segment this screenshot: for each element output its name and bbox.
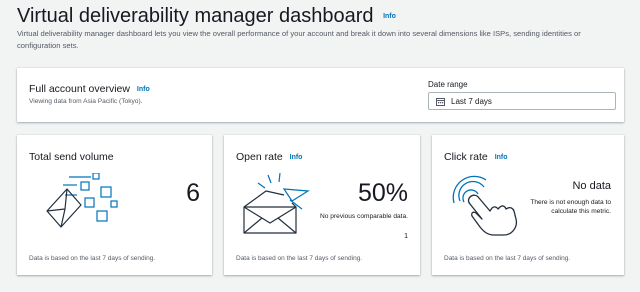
open-rate-count: 1 (404, 233, 408, 240)
open-rate-card: Open rate Info 50% No previous comparabl… (224, 135, 420, 275)
open-rate-title-text: Open rate (236, 151, 283, 163)
open-rate-comparison-note: No previous comparable data. (320, 213, 408, 220)
open-rate-info-link[interactable]: Info (290, 154, 303, 161)
overview-subtitle: Viewing data from Asia Pacific (Tokyo). (29, 98, 143, 105)
click-rate-card: Click rate Info No data There is not eno… (432, 135, 624, 275)
date-range-label: Date range (428, 80, 468, 89)
page-description: Virtual deliverability manager dashboard… (17, 29, 581, 50)
full-account-overview-panel: Full account overview Info Viewing data … (17, 68, 624, 122)
page-title: Virtual deliverability manager dashboard… (17, 5, 396, 28)
envelope-open-illustration (240, 172, 330, 240)
open-rate-value: 50% (357, 179, 408, 207)
open-rate-title: Open rate Info (236, 151, 302, 163)
overview-title: Full account overview Info (29, 83, 150, 95)
click-rate-title: Click rate Info (444, 151, 508, 163)
envelope-send-illustration (33, 172, 128, 238)
page-title-text: Virtual deliverability manager dashboard (17, 5, 374, 27)
open-rate-footer: Data is based on the last 7 days of send… (236, 255, 363, 262)
date-range-value: Last 7 days (451, 96, 492, 106)
page-title-info-link[interactable]: Info (383, 13, 396, 20)
total-send-volume-footer: Data is based on the last 7 days of send… (29, 255, 156, 262)
click-rate-info-link[interactable]: Info (495, 154, 508, 161)
click-rate-note: There is not enough data to calculate th… (530, 199, 611, 215)
click-hand-illustration (450, 175, 530, 242)
click-rate-value: No data (572, 180, 611, 192)
overview-title-text: Full account overview (29, 83, 130, 95)
total-send-volume-card: Total send volume 6 Data is based on the… (17, 135, 212, 275)
date-range-select[interactable]: Last 7 days (428, 92, 616, 110)
total-send-volume-title: Total send volume (29, 151, 114, 163)
total-send-volume-value: 6 (186, 179, 200, 207)
click-rate-footer: Data is based on the last 7 days of send… (444, 255, 571, 262)
click-rate-title-text: Click rate (444, 151, 488, 163)
calendar-icon (436, 97, 445, 106)
overview-info-link[interactable]: Info (137, 86, 150, 93)
